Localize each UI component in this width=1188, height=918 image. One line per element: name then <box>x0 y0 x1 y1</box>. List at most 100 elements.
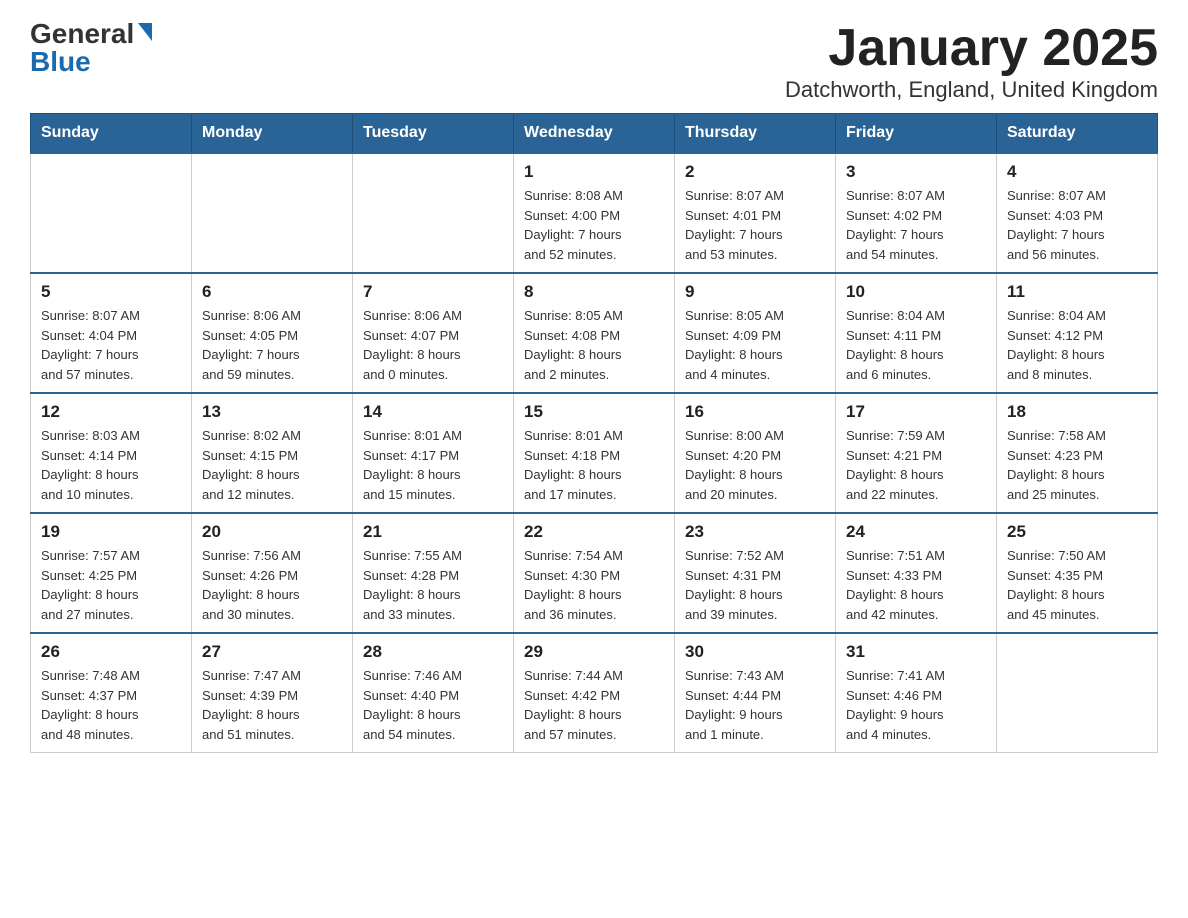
header-cell-sunday: Sunday <box>31 114 192 154</box>
day-info: Sunrise: 8:05 AM Sunset: 4:08 PM Dayligh… <box>524 306 664 384</box>
day-info: Sunrise: 7:48 AM Sunset: 4:37 PM Dayligh… <box>41 666 181 744</box>
day-number: 30 <box>685 642 825 662</box>
day-number: 2 <box>685 162 825 182</box>
day-info: Sunrise: 7:51 AM Sunset: 4:33 PM Dayligh… <box>846 546 986 624</box>
calendar-cell: 8 Sunrise: 8:05 AM Sunset: 4:08 PM Daylig… <box>514 273 675 393</box>
calendar-cell <box>353 153 514 273</box>
day-info: Sunrise: 7:50 AM Sunset: 4:35 PM Dayligh… <box>1007 546 1147 624</box>
day-number: 1 <box>524 162 664 182</box>
header-cell-tuesday: Tuesday <box>353 114 514 154</box>
day-info: Sunrise: 8:00 AM Sunset: 4:20 PM Dayligh… <box>685 426 825 504</box>
day-info: Sunrise: 7:43 AM Sunset: 4:44 PM Dayligh… <box>685 666 825 744</box>
calendar-cell: 20 Sunrise: 7:56 AM Sunset: 4:26 PM Dayli… <box>192 513 353 633</box>
day-number: 9 <box>685 282 825 302</box>
page-header: General Blue January 2025 Datchworth, En… <box>30 20 1158 103</box>
day-info: Sunrise: 8:08 AM Sunset: 4:00 PM Dayligh… <box>524 186 664 264</box>
calendar-cell: 22Sunrise: 7:54 AM Sunset: 4:30 PM Dayli… <box>514 513 675 633</box>
day-info: Sunrise: 8:06 AM Sunset: 4:05 PM Dayligh… <box>202 306 342 384</box>
day-number: 17 <box>846 402 986 422</box>
header-cell-wednesday: Wednesday <box>514 114 675 154</box>
day-info: Sunrise: 8:06 AM Sunset: 4:07 PM Dayligh… <box>363 306 503 384</box>
day-number: 4 <box>1007 162 1147 182</box>
day-info: Sunrise: 7:59 AM Sunset: 4:21 PM Dayligh… <box>846 426 986 504</box>
calendar-cell: 15Sunrise: 8:01 AM Sunset: 4:18 PM Dayli… <box>514 393 675 513</box>
day-info: Sunrise: 7:54 AM Sunset: 4:30 PM Dayligh… <box>524 546 664 624</box>
day-number: 12 <box>41 402 181 422</box>
day-info: Sunrise: 8:07 AM Sunset: 4:03 PM Dayligh… <box>1007 186 1147 264</box>
calendar-cell: 17 Sunrise: 7:59 AM Sunset: 4:21 PM Dayli… <box>836 393 997 513</box>
page-subtitle: Datchworth, England, United Kingdom <box>785 77 1158 103</box>
day-number: 11 <box>1007 282 1147 302</box>
day-info: Sunrise: 8:04 AM Sunset: 4:11 PM Dayligh… <box>846 306 986 384</box>
day-info: Sunrise: 8:07 AM Sunset: 4:01 PM Dayligh… <box>685 186 825 264</box>
calendar-cell: 12 Sunrise: 8:03 AM Sunset: 4:14 PM Dayli… <box>31 393 192 513</box>
calendar-table: SundayMondayTuesdayWednesdayThursdayFrid… <box>30 113 1158 753</box>
title-block: January 2025 Datchworth, England, United… <box>785 20 1158 103</box>
day-number: 7 <box>363 282 503 302</box>
logo-blue: Blue <box>30 48 91 76</box>
calendar-cell: 10 Sunrise: 8:04 AM Sunset: 4:11 PM Dayli… <box>836 273 997 393</box>
calendar-cell: 25 Sunrise: 7:50 AM Sunset: 4:35 PM Dayli… <box>997 513 1158 633</box>
day-info: Sunrise: 7:44 AM Sunset: 4:42 PM Dayligh… <box>524 666 664 744</box>
day-info: Sunrise: 8:01 AM Sunset: 4:17 PM Dayligh… <box>363 426 503 504</box>
day-info: Sunrise: 8:07 AM Sunset: 4:02 PM Dayligh… <box>846 186 986 264</box>
calendar-cell: 27 Sunrise: 7:47 AM Sunset: 4:39 PM Dayli… <box>192 633 353 753</box>
day-number: 6 <box>202 282 342 302</box>
day-number: 28 <box>363 642 503 662</box>
calendar-cell: 6 Sunrise: 8:06 AM Sunset: 4:05 PM Daylig… <box>192 273 353 393</box>
day-info: Sunrise: 7:47 AM Sunset: 4:39 PM Dayligh… <box>202 666 342 744</box>
header-cell-monday: Monday <box>192 114 353 154</box>
day-number: 24 <box>846 522 986 542</box>
day-number: 10 <box>846 282 986 302</box>
header-cell-saturday: Saturday <box>997 114 1158 154</box>
calendar-cell: 21Sunrise: 7:55 AM Sunset: 4:28 PM Dayli… <box>353 513 514 633</box>
day-number: 19 <box>41 522 181 542</box>
calendar-week-5: 26 Sunrise: 7:48 AM Sunset: 4:37 PM Dayli… <box>31 633 1158 753</box>
calendar-cell: 11 Sunrise: 8:04 AM Sunset: 4:12 PM Dayli… <box>997 273 1158 393</box>
day-info: Sunrise: 8:07 AM Sunset: 4:04 PM Dayligh… <box>41 306 181 384</box>
calendar-cell: 23Sunrise: 7:52 AM Sunset: 4:31 PM Dayli… <box>675 513 836 633</box>
day-info: Sunrise: 7:41 AM Sunset: 4:46 PM Dayligh… <box>846 666 986 744</box>
day-number: 31 <box>846 642 986 662</box>
calendar-cell: 29Sunrise: 7:44 AM Sunset: 4:42 PM Dayli… <box>514 633 675 753</box>
calendar-cell: 30 Sunrise: 7:43 AM Sunset: 4:44 PM Dayli… <box>675 633 836 753</box>
day-number: 25 <box>1007 522 1147 542</box>
day-number: 20 <box>202 522 342 542</box>
day-number: 16 <box>685 402 825 422</box>
day-number: 15 <box>524 402 664 422</box>
calendar-cell: 26 Sunrise: 7:48 AM Sunset: 4:37 PM Dayli… <box>31 633 192 753</box>
day-info: Sunrise: 8:04 AM Sunset: 4:12 PM Dayligh… <box>1007 306 1147 384</box>
header-cell-thursday: Thursday <box>675 114 836 154</box>
calendar-cell: 16 Sunrise: 8:00 AM Sunset: 4:20 PM Dayli… <box>675 393 836 513</box>
calendar-cell: 19Sunrise: 7:57 AM Sunset: 4:25 PM Dayli… <box>31 513 192 633</box>
calendar-cell: 4 Sunrise: 8:07 AM Sunset: 4:03 PM Daylig… <box>997 153 1158 273</box>
logo-triangle-icon <box>138 23 152 41</box>
header-cell-friday: Friday <box>836 114 997 154</box>
logo: General Blue <box>30 20 152 76</box>
day-info: Sunrise: 7:46 AM Sunset: 4:40 PM Dayligh… <box>363 666 503 744</box>
day-number: 8 <box>524 282 664 302</box>
calendar-header: SundayMondayTuesdayWednesdayThursdayFrid… <box>31 114 1158 154</box>
calendar-cell: 31 Sunrise: 7:41 AM Sunset: 4:46 PM Dayli… <box>836 633 997 753</box>
calendar-cell: 18Sunrise: 7:58 AM Sunset: 4:23 PM Dayli… <box>997 393 1158 513</box>
calendar-cell: 28 Sunrise: 7:46 AM Sunset: 4:40 PM Dayli… <box>353 633 514 753</box>
calendar-cell: 9 Sunrise: 8:05 AM Sunset: 4:09 PM Daylig… <box>675 273 836 393</box>
calendar-cell: 2 Sunrise: 8:07 AM Sunset: 4:01 PM Daylig… <box>675 153 836 273</box>
calendar-cell: 1 Sunrise: 8:08 AM Sunset: 4:00 PM Daylig… <box>514 153 675 273</box>
day-number: 26 <box>41 642 181 662</box>
calendar-week-3: 12 Sunrise: 8:03 AM Sunset: 4:14 PM Dayli… <box>31 393 1158 513</box>
day-info: Sunrise: 7:56 AM Sunset: 4:26 PM Dayligh… <box>202 546 342 624</box>
calendar-cell: 24 Sunrise: 7:51 AM Sunset: 4:33 PM Dayli… <box>836 513 997 633</box>
calendar-cell: 13Sunrise: 8:02 AM Sunset: 4:15 PM Dayli… <box>192 393 353 513</box>
calendar-week-4: 19Sunrise: 7:57 AM Sunset: 4:25 PM Dayli… <box>31 513 1158 633</box>
day-number: 18 <box>1007 402 1147 422</box>
day-number: 13 <box>202 402 342 422</box>
day-info: Sunrise: 7:52 AM Sunset: 4:31 PM Dayligh… <box>685 546 825 624</box>
day-info: Sunrise: 8:03 AM Sunset: 4:14 PM Dayligh… <box>41 426 181 504</box>
day-number: 5 <box>41 282 181 302</box>
calendar-cell <box>997 633 1158 753</box>
day-number: 27 <box>202 642 342 662</box>
day-info: Sunrise: 8:05 AM Sunset: 4:09 PM Dayligh… <box>685 306 825 384</box>
calendar-week-1: 1 Sunrise: 8:08 AM Sunset: 4:00 PM Daylig… <box>31 153 1158 273</box>
calendar-week-2: 5 Sunrise: 8:07 AM Sunset: 4:04 PM Daylig… <box>31 273 1158 393</box>
